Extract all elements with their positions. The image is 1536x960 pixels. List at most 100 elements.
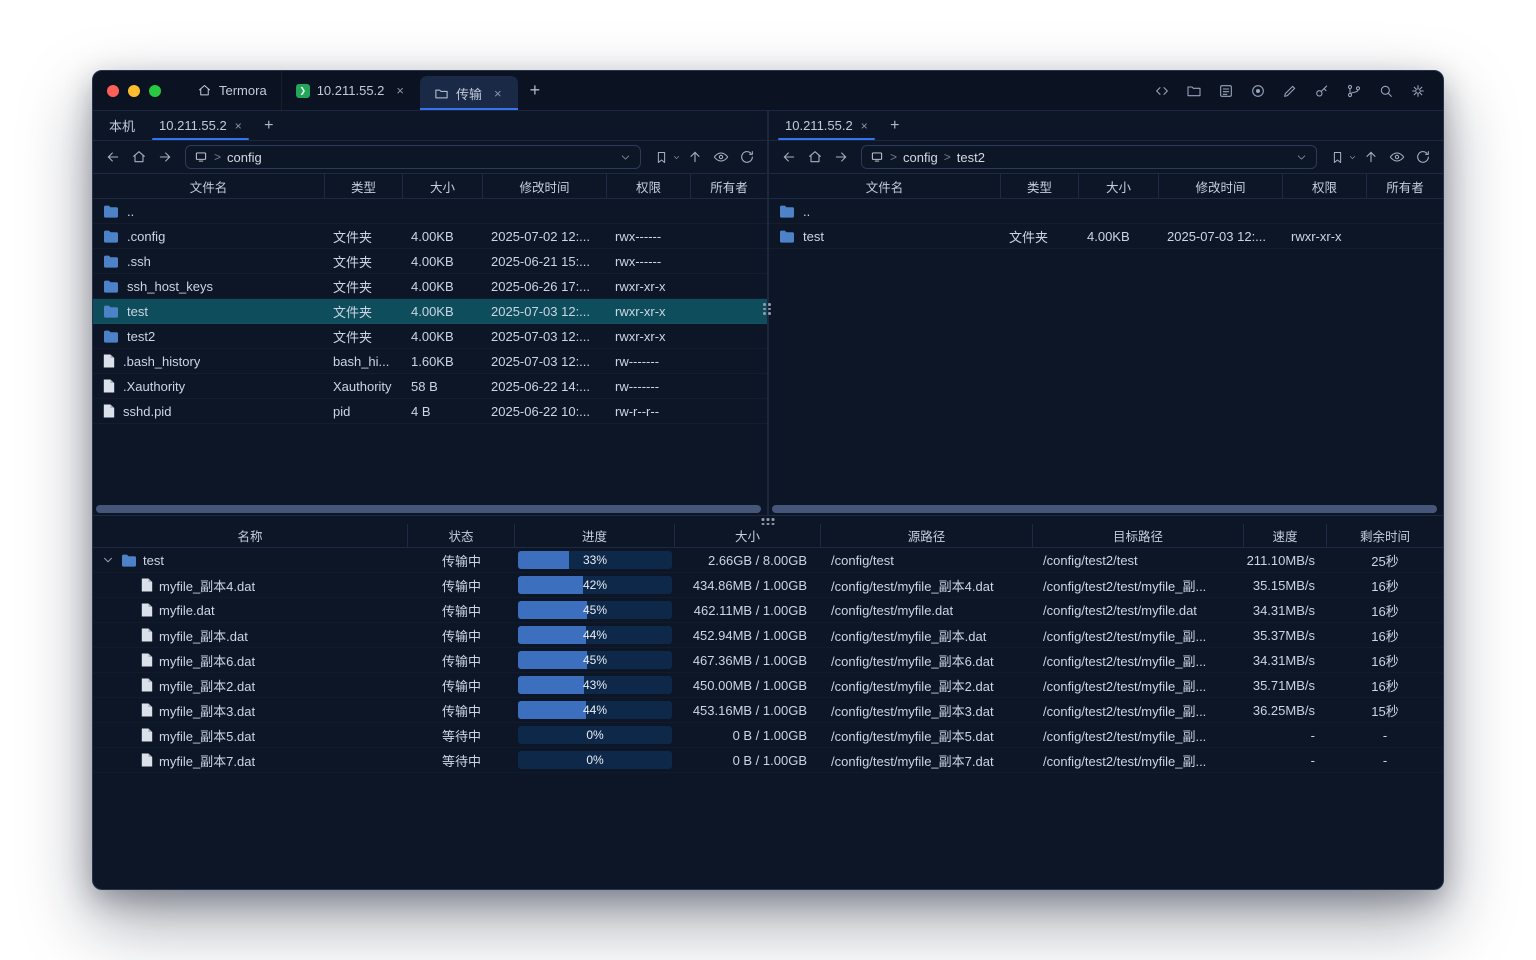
close-tab-icon[interactable]: × [492, 86, 504, 101]
breadcrumb-item[interactable]: test2 [957, 150, 985, 165]
tab-remote-host[interactable]: 10.211.55.2 × [147, 111, 254, 140]
add-panel-tab-button[interactable]: + [254, 111, 284, 140]
column-header-status[interactable]: 状态 [408, 524, 515, 547]
close-tab-icon[interactable]: × [394, 83, 406, 98]
splitter-grip-icon [762, 518, 775, 525]
column-header-speed[interactable]: 速度 [1244, 524, 1327, 547]
column-header-size[interactable]: 大小 [403, 174, 483, 198]
transfer-row[interactable]: myfile_副本5.dat 等待中 0% 0 B / 1.00GB /conf… [93, 723, 1443, 748]
file-row[interactable]: test 文件夹 4.00KB 2025-07-03 12:... rwxr-x… [93, 299, 767, 324]
back-button[interactable] [777, 145, 801, 169]
branch-icon[interactable] [1341, 78, 1367, 104]
chevron-down-icon[interactable] [619, 151, 632, 164]
file-row[interactable]: .. [769, 199, 1443, 224]
column-header-name[interactable]: 名称 [93, 524, 408, 547]
file-row[interactable]: .Xauthority Xauthority 58 B 2025-06-22 1… [93, 374, 767, 399]
right-panel-tabs: 10.211.55.2 × + [769, 111, 1443, 141]
transfer-row[interactable]: myfile_副本.dat 传输中 44% 452.94MB / 1.00GB … [93, 623, 1443, 648]
transfer-row[interactable]: myfile_副本3.dat 传输中 44% 453.16MB / 1.00GB… [93, 698, 1443, 723]
file-row[interactable]: test 文件夹 4.00KB 2025-07-03 12:... rwxr-x… [769, 224, 1443, 249]
add-panel-tab-button[interactable]: + [880, 111, 910, 140]
key-icon[interactable] [1309, 78, 1335, 104]
transfer-speed: 35.15MB/s [1244, 578, 1327, 593]
file-name: test [127, 304, 148, 319]
show-hidden-files-button[interactable] [1385, 145, 1409, 169]
transfer-row[interactable]: test 传输中 33% 2.66GB / 8.00GB /config/tes… [93, 548, 1443, 573]
home-button[interactable] [803, 145, 827, 169]
transfer-row[interactable]: myfile_副本2.dat 传输中 43% 450.00MB / 1.00GB… [93, 673, 1443, 698]
horizontal-splitter[interactable] [93, 515, 1443, 524]
parent-directory-button[interactable] [683, 145, 707, 169]
bookmark-button[interactable] [1325, 145, 1349, 169]
minimize-window-button[interactable] [128, 85, 140, 97]
column-header-target-path[interactable]: 目标路径 [1033, 524, 1244, 547]
show-hidden-files-button[interactable] [709, 145, 733, 169]
column-header-type[interactable]: 类型 [325, 174, 403, 198]
breadcrumb-item[interactable]: config [227, 150, 262, 165]
path-breadcrumb[interactable]: > config > test2 [861, 145, 1317, 169]
parent-directory-button[interactable] [1359, 145, 1383, 169]
tab-local[interactable]: 本机 [97, 111, 147, 140]
vertical-splitter[interactable] [767, 111, 769, 515]
transfer-source-path: /config/test/myfile_副本4.dat [821, 576, 1033, 595]
column-header-filename[interactable]: 文件名 [93, 174, 325, 198]
log-icon[interactable] [1213, 78, 1239, 104]
bookmark-dropdown-icon[interactable] [672, 153, 681, 162]
search-icon[interactable] [1373, 78, 1399, 104]
transfer-row[interactable]: myfile_副本7.dat 等待中 0% 0 B / 1.00GB /conf… [93, 748, 1443, 773]
file-row[interactable]: sshd.pid pid 4 B 2025-06-22 10:... rw-r-… [93, 399, 767, 424]
refresh-button[interactable] [735, 145, 759, 169]
chevron-down-icon[interactable] [1295, 151, 1308, 164]
edit-icon[interactable] [1277, 78, 1303, 104]
tab-remote-host[interactable]: 10.211.55.2 × [773, 111, 880, 140]
close-window-button[interactable] [107, 85, 119, 97]
forward-button[interactable] [153, 145, 177, 169]
maximize-window-button[interactable] [149, 85, 161, 97]
path-breadcrumb[interactable]: > config [185, 145, 641, 169]
refresh-button[interactable] [1411, 145, 1435, 169]
column-header-mtime[interactable]: 修改时间 [1159, 174, 1283, 198]
column-header-source-path[interactable]: 源路径 [821, 524, 1033, 547]
code-icon[interactable] [1149, 78, 1175, 104]
tab-transfer[interactable]: 传输 × [420, 76, 518, 110]
file-row[interactable]: .bash_history bash_hi... 1.60KB 2025-07-… [93, 349, 767, 374]
column-header-owner[interactable]: 所有者 [691, 174, 767, 198]
file-row[interactable]: .. [93, 199, 767, 224]
column-header-perm[interactable]: 权限 [607, 174, 691, 198]
folder-icon[interactable] [1181, 78, 1207, 104]
scrollbar-thumb[interactable] [96, 505, 761, 513]
file-row[interactable]: test2 文件夹 4.00KB 2025-07-03 12:... rwxr-… [93, 324, 767, 349]
column-header-progress[interactable]: 进度 [515, 524, 675, 547]
transfer-row[interactable]: myfile.dat 传输中 45% 462.11MB / 1.00GB /co… [93, 598, 1443, 623]
file-row[interactable]: .ssh 文件夹 4.00KB 2025-06-21 15:... rwx---… [93, 249, 767, 274]
transfer-row[interactable]: myfile_副本4.dat 传输中 42% 434.86MB / 1.00GB… [93, 573, 1443, 598]
expand-chevron-icon[interactable] [101, 553, 115, 567]
transfer-row[interactable]: myfile_副本6.dat 传输中 45% 467.36MB / 1.00GB… [93, 648, 1443, 673]
file-perm-cell: rwx------ [607, 254, 691, 269]
close-tab-icon[interactable]: × [235, 119, 242, 133]
close-tab-icon[interactable]: × [861, 119, 868, 133]
tab-host-session[interactable]: ❯ 10.211.55.2 × [281, 71, 420, 110]
tab-termora[interactable]: Termora [183, 71, 281, 110]
column-header-filename[interactable]: 文件名 [769, 174, 1001, 198]
new-tab-button[interactable]: + [518, 71, 553, 110]
back-button[interactable] [101, 145, 125, 169]
column-header-size[interactable]: 大小 [675, 524, 821, 547]
column-header-mtime[interactable]: 修改时间 [483, 174, 607, 198]
file-row[interactable]: .config 文件夹 4.00KB 2025-07-02 12:... rwx… [93, 224, 767, 249]
bookmark-button[interactable] [649, 145, 673, 169]
column-header-perm[interactable]: 权限 [1283, 174, 1367, 198]
home-button[interactable] [127, 145, 151, 169]
column-header-type[interactable]: 类型 [1001, 174, 1079, 198]
transfer-item-name: myfile_副本5.dat [159, 726, 255, 745]
scrollbar-thumb[interactable] [772, 505, 1437, 513]
bookmark-dropdown-icon[interactable] [1348, 153, 1357, 162]
column-header-owner[interactable]: 所有者 [1367, 174, 1443, 198]
column-header-size[interactable]: 大小 [1079, 174, 1159, 198]
settings-gear-icon[interactable] [1405, 78, 1431, 104]
forward-button[interactable] [829, 145, 853, 169]
column-header-eta[interactable]: 剩余时间 [1327, 524, 1443, 547]
record-icon[interactable] [1245, 78, 1271, 104]
file-row[interactable]: ssh_host_keys 文件夹 4.00KB 2025-06-26 17:.… [93, 274, 767, 299]
breadcrumb-item[interactable]: config [903, 150, 938, 165]
